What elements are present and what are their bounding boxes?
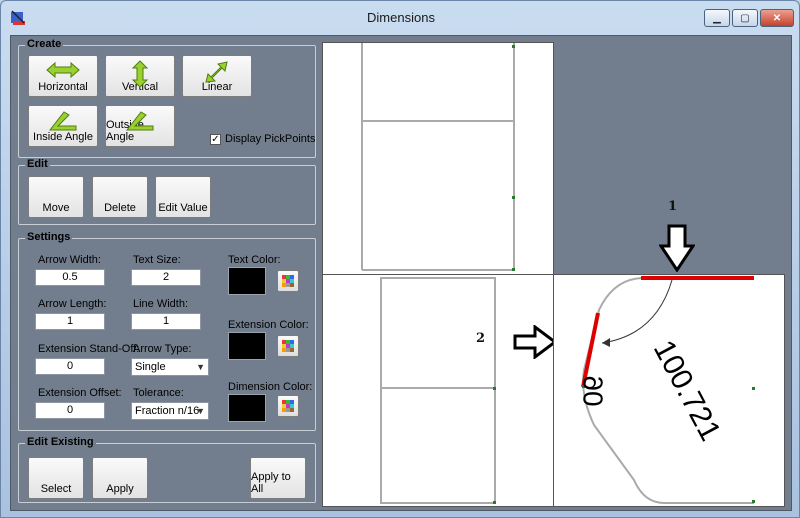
down-arrow-annotation-icon bbox=[659, 224, 695, 272]
window-title: Dimensions bbox=[367, 10, 435, 25]
dimensions-window: Dimensions ▁ ▢ ✕ Create Horizontal Verti… bbox=[0, 0, 800, 518]
text-color-picker-button[interactable] bbox=[277, 270, 299, 292]
color-palette-icon bbox=[282, 340, 294, 352]
text-size-label: Text Size: bbox=[133, 254, 181, 266]
color-palette-icon bbox=[282, 275, 294, 287]
arrow-type-select[interactable]: Single ▼ bbox=[131, 358, 209, 376]
create-group: Create Horizontal Vertical Linear bbox=[18, 38, 316, 158]
checkmark-icon: ✓ bbox=[211, 134, 220, 145]
horizontal-button[interactable]: Horizontal bbox=[28, 55, 98, 97]
arrow-width-label: Arrow Width: bbox=[38, 254, 101, 266]
line-width-input[interactable]: 1 bbox=[131, 313, 201, 330]
text-color-label: Text Color: bbox=[228, 254, 281, 266]
display-pickpoints-label: Display PickPoints bbox=[225, 133, 316, 145]
edit-existing-group: Edit Existing Select Apply Apply to All bbox=[18, 436, 316, 503]
inside-angle-button-label: Inside Angle bbox=[33, 131, 93, 143]
tolerance-value: Fraction n/16 bbox=[135, 405, 200, 417]
inside-angle-icon bbox=[48, 111, 77, 131]
right-arrow-annotation-icon bbox=[513, 325, 553, 359]
extension-color-label: Extension Color: bbox=[228, 319, 309, 331]
move-button-label: Move bbox=[42, 202, 70, 214]
top-view-drawing bbox=[361, 43, 515, 271]
edit-value-button-label: Edit Value bbox=[158, 202, 208, 214]
vertical-button[interactable]: Vertical bbox=[105, 55, 175, 97]
text-size-input[interactable]: 2 bbox=[131, 269, 201, 286]
extension-standoff-input[interactable]: 0 bbox=[35, 358, 105, 375]
tolerance-label: Tolerance: bbox=[133, 387, 184, 399]
dimension-color-swatch bbox=[228, 394, 266, 422]
horizontal-button-label: Horizontal bbox=[38, 81, 88, 93]
front-view-drawing bbox=[380, 277, 496, 504]
horizontal-arrow-icon bbox=[46, 61, 80, 79]
extension-offset-label: Extension Offset: bbox=[38, 387, 122, 399]
maximize-icon: ▢ bbox=[740, 12, 750, 24]
minimize-icon: ▁ bbox=[713, 12, 721, 24]
annotation-2-label: 2 bbox=[476, 331, 486, 346]
dimension-color-picker-button[interactable] bbox=[277, 395, 299, 417]
text-color-swatch bbox=[228, 267, 266, 295]
apply-button-label: Apply bbox=[106, 483, 134, 495]
display-pickpoints-checkbox[interactable]: ✓ bbox=[210, 134, 221, 145]
delete-button[interactable]: Delete bbox=[92, 176, 148, 218]
edit-existing-group-title: Edit Existing bbox=[25, 436, 96, 448]
extension-color-swatch bbox=[228, 332, 266, 360]
arrow-type-value: Single bbox=[135, 361, 166, 373]
tolerance-select[interactable]: Fraction n/16 ▼ bbox=[131, 402, 209, 420]
vertical-arrow-icon bbox=[131, 60, 149, 88]
apply-button[interactable]: Apply bbox=[92, 457, 148, 499]
arrow-length-label: Arrow Length: bbox=[38, 298, 107, 310]
linear-arrow-icon bbox=[205, 61, 228, 83]
dimension-color-label: Dimension Color: bbox=[228, 381, 313, 393]
angle-value-label: 90 bbox=[577, 375, 609, 407]
arrow-width-input[interactable]: 0.5 bbox=[35, 269, 105, 286]
inside-angle-button[interactable]: Inside Angle bbox=[28, 105, 98, 147]
apply-to-all-button-label: Apply to All bbox=[251, 471, 291, 495]
delete-button-label: Delete bbox=[104, 202, 136, 214]
maximize-button[interactable]: ▢ bbox=[732, 9, 758, 27]
extension-standoff-label: Extension Stand-Off: bbox=[38, 343, 140, 355]
viewport-detail[interactable]: 100.721 90 bbox=[553, 274, 785, 507]
outside-angle-button[interactable]: Outside Angle bbox=[105, 105, 175, 147]
title-bar: Dimensions ▁ ▢ ✕ bbox=[1, 1, 800, 35]
color-palette-icon bbox=[282, 400, 294, 412]
client-area: Create Horizontal Vertical Linear bbox=[10, 35, 792, 511]
apply-to-all-button[interactable]: Apply to All bbox=[250, 457, 306, 499]
outside-angle-icon bbox=[125, 111, 154, 131]
chevron-down-icon: ▼ bbox=[196, 362, 205, 372]
extension-offset-input[interactable]: 0 bbox=[35, 402, 105, 419]
arrow-length-input[interactable]: 1 bbox=[35, 313, 105, 330]
extension-color-picker-button[interactable] bbox=[277, 335, 299, 357]
minimize-button[interactable]: ▁ bbox=[704, 9, 730, 27]
edit-group: Edit Move Delete Edit Value bbox=[18, 158, 316, 225]
viewport-front[interactable]: 2 bbox=[322, 274, 554, 507]
create-group-title: Create bbox=[25, 38, 64, 50]
chevron-down-icon: ▼ bbox=[196, 406, 205, 416]
move-button[interactable]: Move bbox=[28, 176, 84, 218]
arrow-type-label: Arrow Type: bbox=[133, 343, 192, 355]
viewport-top[interactable] bbox=[322, 42, 554, 275]
settings-group-title: Settings bbox=[25, 231, 73, 243]
select-button-label: Select bbox=[40, 483, 72, 495]
close-button[interactable]: ✕ bbox=[760, 9, 794, 27]
edit-value-button[interactable]: Edit Value bbox=[155, 176, 211, 218]
select-button[interactable]: Select bbox=[28, 457, 84, 499]
annotation-1-label: 1 bbox=[668, 199, 678, 214]
linear-button[interactable]: Linear bbox=[182, 55, 252, 97]
line-width-label: Line Width: bbox=[133, 298, 189, 310]
close-icon: ✕ bbox=[772, 12, 782, 24]
settings-group: Settings Arrow Width: 0.5 Text Size: 2 A… bbox=[18, 231, 316, 431]
edit-group-title: Edit bbox=[25, 158, 50, 170]
